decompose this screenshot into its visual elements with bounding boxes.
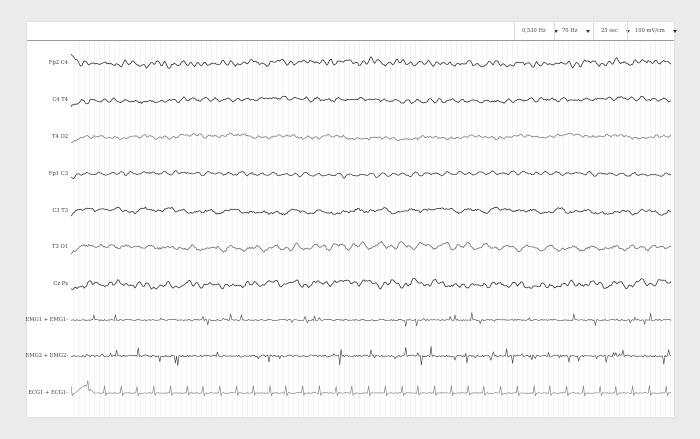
trace-emg2-emg2 xyxy=(71,345,672,367)
trace-ecg1-ecg1 xyxy=(71,380,671,397)
trace-c4-t4 xyxy=(71,95,672,108)
chevron-down-icon xyxy=(672,29,677,33)
channel-label-fp1-c3: Fp1 C3 xyxy=(48,171,68,177)
timebase-dropdown[interactable]: 25 sec xyxy=(594,22,630,40)
trace-fp1-c3 xyxy=(71,170,672,180)
channel-label-emg1: EMG1 + EMG1- xyxy=(25,317,68,323)
sensitivity-label: 100 mV/cm xyxy=(635,28,665,34)
time-grid xyxy=(73,41,671,417)
toolbar-controls: 0,530 Hz 70 Hz 25 sec 100 mV/cm xyxy=(514,22,677,40)
eeg-viewer-panel: 0,530 Hz 70 Hz 25 sec 100 mV/cm Fp2 C4 C… xyxy=(25,22,677,417)
trace-fp2-c4 xyxy=(71,53,672,69)
channel-label-fp2-c4: Fp2 C4 xyxy=(48,60,68,66)
chevron-down-icon xyxy=(585,29,590,33)
toolbar: 0,530 Hz 70 Hz 25 sec 100 mV/cm xyxy=(27,22,677,41)
waveform-traces xyxy=(71,53,672,397)
sensitivity-dropdown[interactable]: 100 mV/cm xyxy=(628,22,677,40)
channel-label-ecg1: ECG1 + ECG1- xyxy=(28,390,68,396)
timebase-label: 25 sec xyxy=(601,28,618,34)
low-frequency-filter-label: 0,530 Hz xyxy=(522,28,546,34)
trace-t3-o1 xyxy=(71,241,672,255)
channel-label-c4-t4: C4 T4 xyxy=(52,97,68,103)
trace-cz-pz xyxy=(71,278,672,290)
high-frequency-filter-label: 70 Hz xyxy=(562,28,578,34)
channel-label-t3-o1: T3 O1 xyxy=(52,244,68,250)
trace-t4-o2 xyxy=(71,132,672,144)
channel-label-emg2: EMG2 + EMG2- xyxy=(25,353,68,359)
high-frequency-filter-dropdown[interactable]: 70 Hz xyxy=(555,22,593,40)
channel-label-cz-pz: Cz Pz xyxy=(53,281,68,287)
channel-label-t4-o2: T4 O2 xyxy=(52,134,68,140)
low-frequency-filter-dropdown[interactable]: 0,530 Hz xyxy=(515,22,558,40)
channel-label-c3-t3: C3 T3 xyxy=(52,208,68,214)
channel-labels: Fp2 C4 C4 T4 T4 O2 Fp1 C3 C3 T3 T3 O1 Cz… xyxy=(25,41,71,417)
waveform-area xyxy=(71,41,672,417)
trace-emg1-emg1 xyxy=(71,312,672,327)
trace-c3-t3 xyxy=(71,206,672,217)
